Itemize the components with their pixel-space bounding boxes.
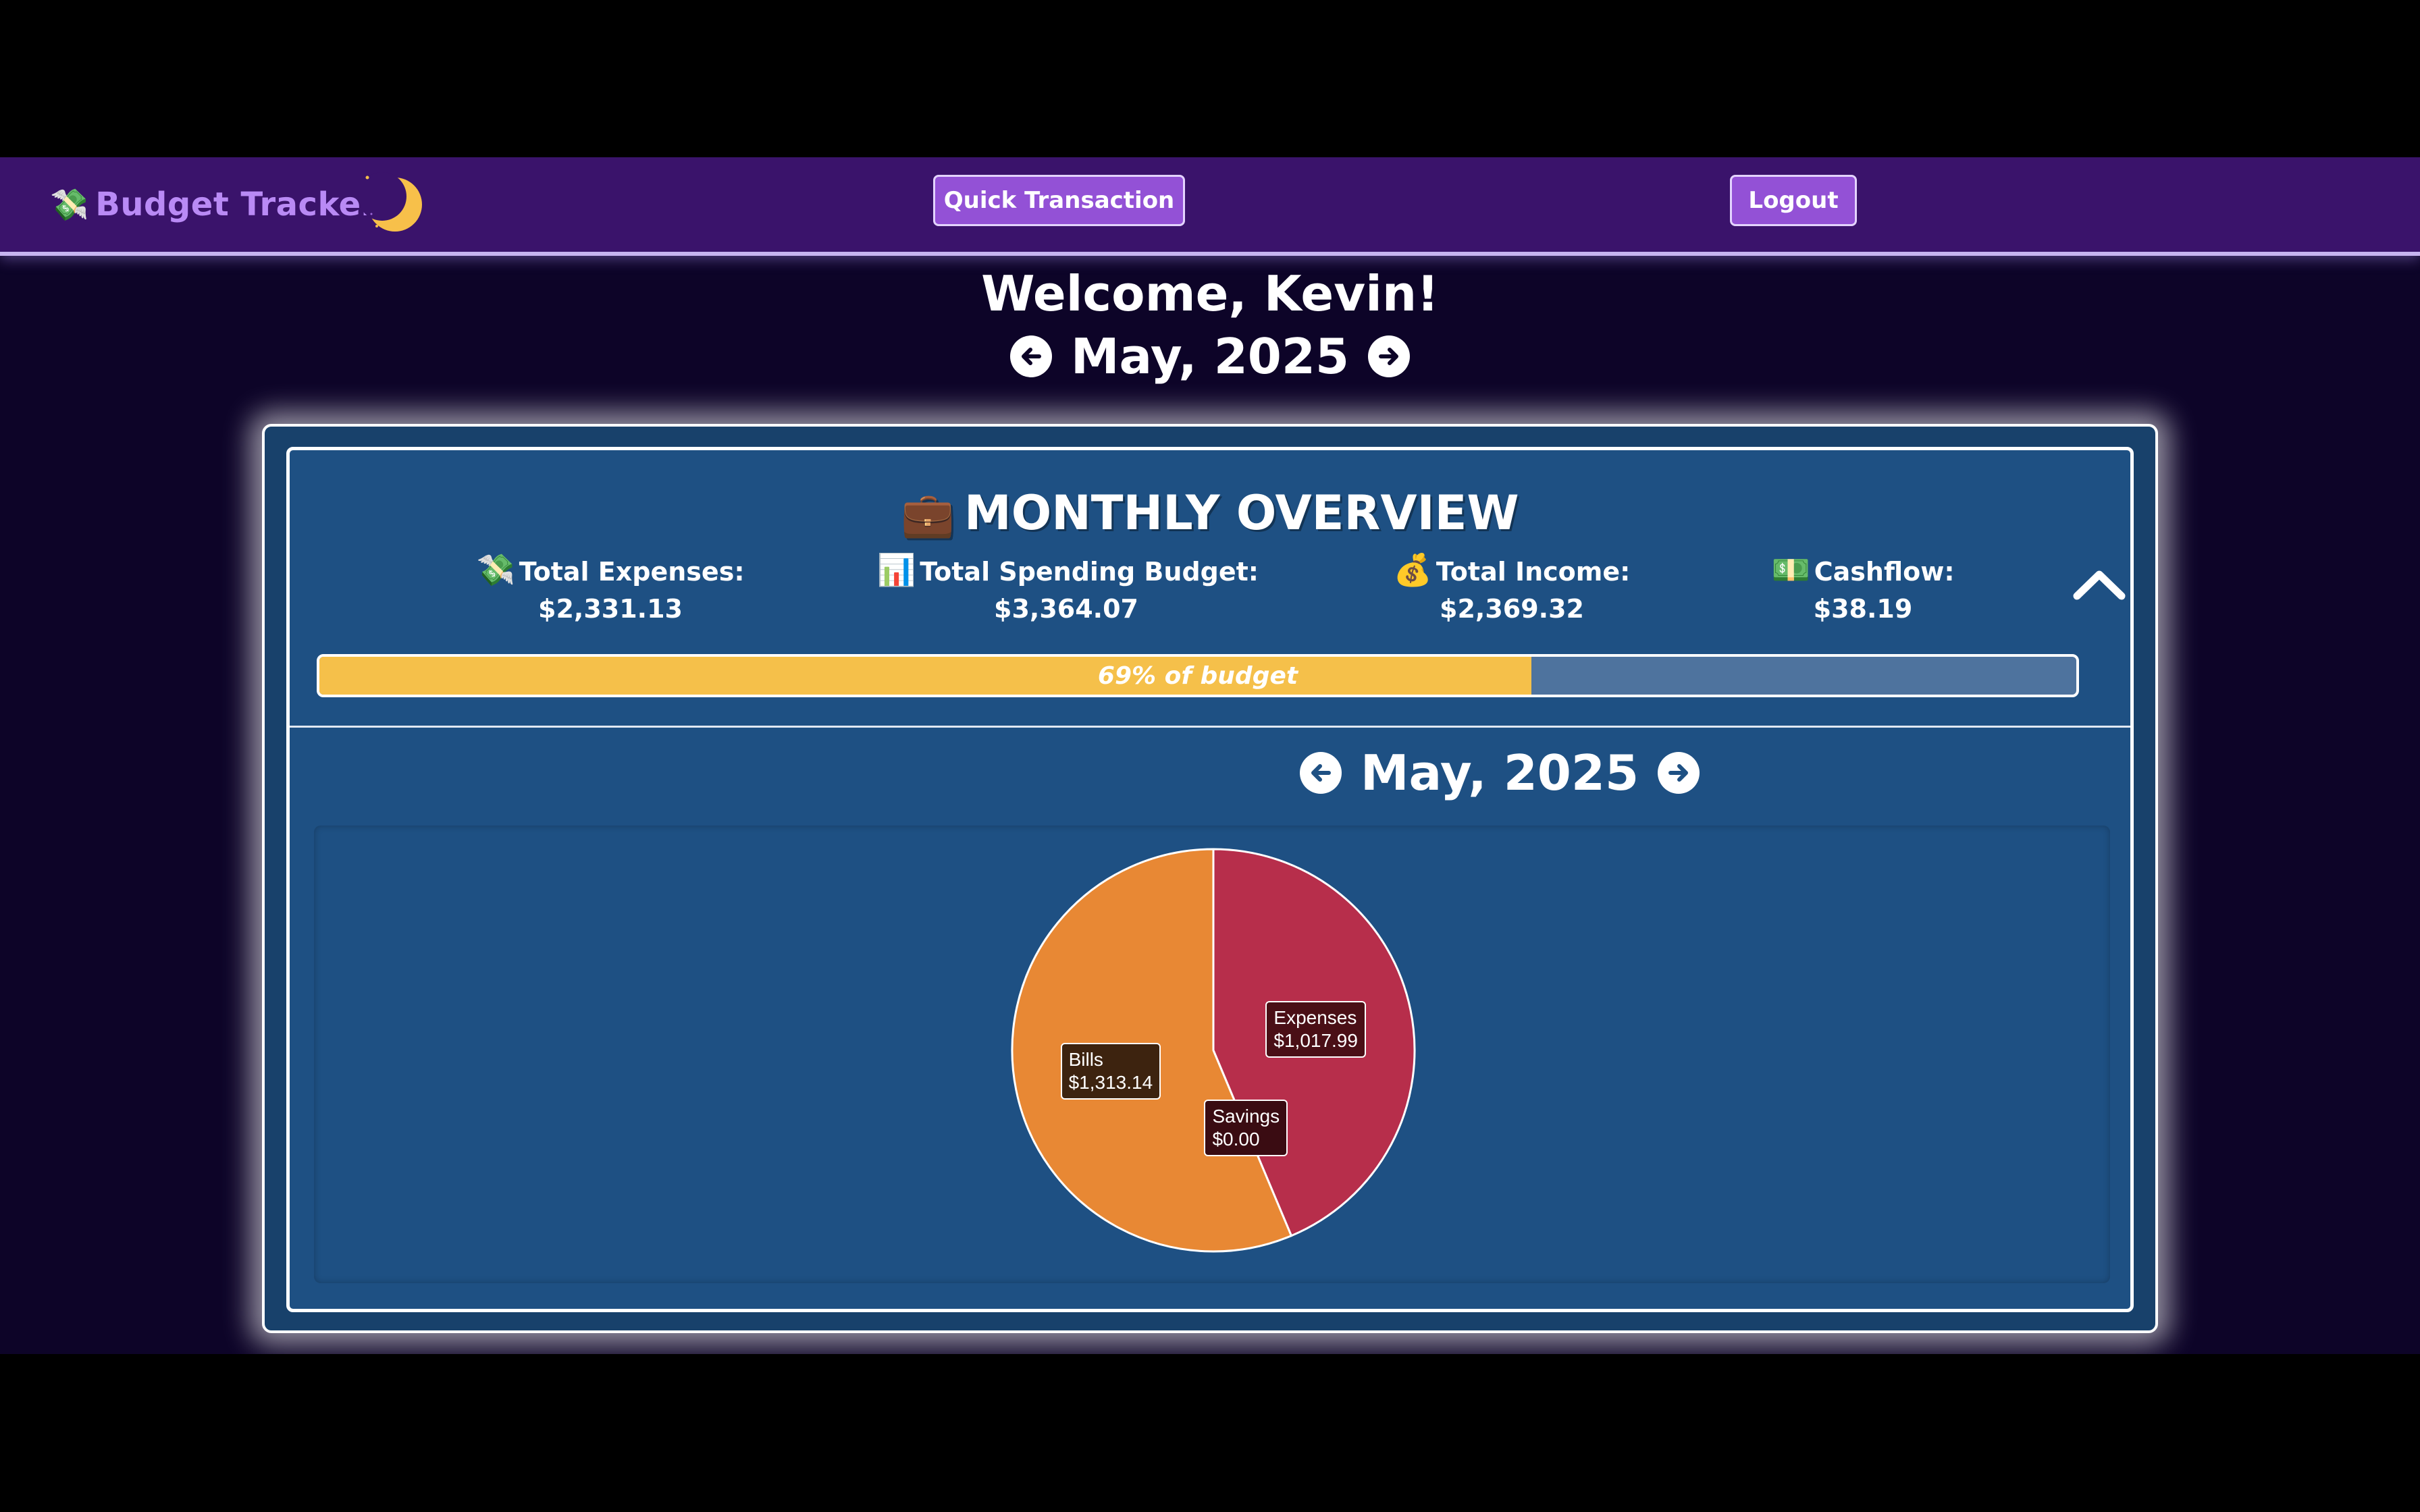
overview-panel: 💼 MONTHLY OVERVIEW 💸 Total Expenses: $2,33… [262,424,2158,1333]
pie-label-expenses: Expenses $1,017.99 [1265,1001,1366,1058]
arrow-right-icon [1379,348,1399,365]
money-wings-icon: 💸 [50,186,89,223]
chart-month-navigator: May, 2025 [290,739,2130,807]
brand-name: Budget Tracker [95,186,377,223]
stat-label: Total Expenses: [519,557,745,587]
overview-title-text: MONTHLY OVERVIEW [964,485,1519,541]
stat-value: $2,369.32 [1440,594,1584,624]
crescent-moon-icon[interactable] [358,169,425,237]
pie-label-bills: Bills $1,313.14 [1060,1042,1161,1100]
budget-progress-bar: 69% of budget [317,654,2079,697]
stat-value: $2,331.13 [538,594,683,624]
arrow-right-icon [1668,764,1689,782]
quick-transaction-button[interactable]: Quick Transaction [933,175,1185,226]
next-month-button[interactable] [1368,335,1411,377]
pie-label-value: $0.00 [1212,1129,1260,1150]
stat-value: $38.19 [1813,594,1913,624]
dollar-bill-icon: 💵 [1771,551,1810,588]
pie-label-category: Expenses [1273,1007,1357,1029]
chart-next-month-button[interactable] [1658,752,1700,794]
current-month: May, 2025 [1070,328,1350,385]
app-screen: 💸 Budget Tracker Quick Transaction Logou… [0,157,2420,1354]
overview-title: 💼 MONTHLY OVERVIEW [290,485,2130,541]
stat-total-expenses: 💸 Total Expenses: $2,331.13 [472,551,749,624]
welcome-heading: Welcome, Kevin! [981,265,1439,322]
pie-label-savings: Savings $0.00 [1204,1100,1288,1157]
stat-label: Total Spending Budget: [920,557,1259,587]
money-wings-icon: 💸 [476,551,515,588]
pie-label-value: $1,017.99 [1273,1030,1358,1052]
pie-chart-area: Expenses $1,017.99 Savings $0.00 Bills $1,313… [314,826,2110,1283]
stat-label: Cashflow: [1814,557,1955,587]
chart-current-month: May, 2025 [1360,745,1639,801]
logout-button[interactable]: Logout [1730,175,1857,226]
navbar: 💸 Budget Tracker Quick Transaction Logou… [0,157,2420,256]
pie-label-category: Bills [1068,1048,1103,1070]
budget-progress-label: 69% of budget [1097,662,1298,690]
brand[interactable]: 💸 Budget Tracker [50,180,377,229]
chart-prev-month-button[interactable] [1299,752,1342,794]
arrow-left-icon [1311,764,1331,782]
month-navigator: May, 2025 [0,326,2420,387]
pie-chart [1011,848,1416,1253]
section-divider [290,726,2130,728]
chevron-up-icon [2073,570,2126,600]
money-bag-icon: 💰 [1393,551,1432,588]
briefcase-icon: 💼 [901,490,955,540]
collapse-button[interactable] [2069,564,2130,604]
stat-total-income: 💰 Total Income: $2,369.32 [1377,551,1647,624]
stat-cashflow: 💵 Cashflow: $38.19 [1762,551,1964,624]
stat-label: Total Income: [1436,557,1631,587]
arrow-left-icon [1021,348,1041,365]
overview-card: 💼 MONTHLY OVERVIEW 💸 Total Expenses: $2,33… [286,447,2134,1312]
stat-total-spending-budget: 📊 Total Spending Budget: $3,364.07 [877,551,1259,624]
pie-label-value: $1,313.14 [1068,1071,1153,1093]
prev-month-button[interactable] [1009,335,1052,377]
stat-value: $3,364.07 [994,594,1138,624]
bar-chart-icon: 📊 [877,551,916,588]
pie-label-category: Savings [1212,1106,1280,1127]
